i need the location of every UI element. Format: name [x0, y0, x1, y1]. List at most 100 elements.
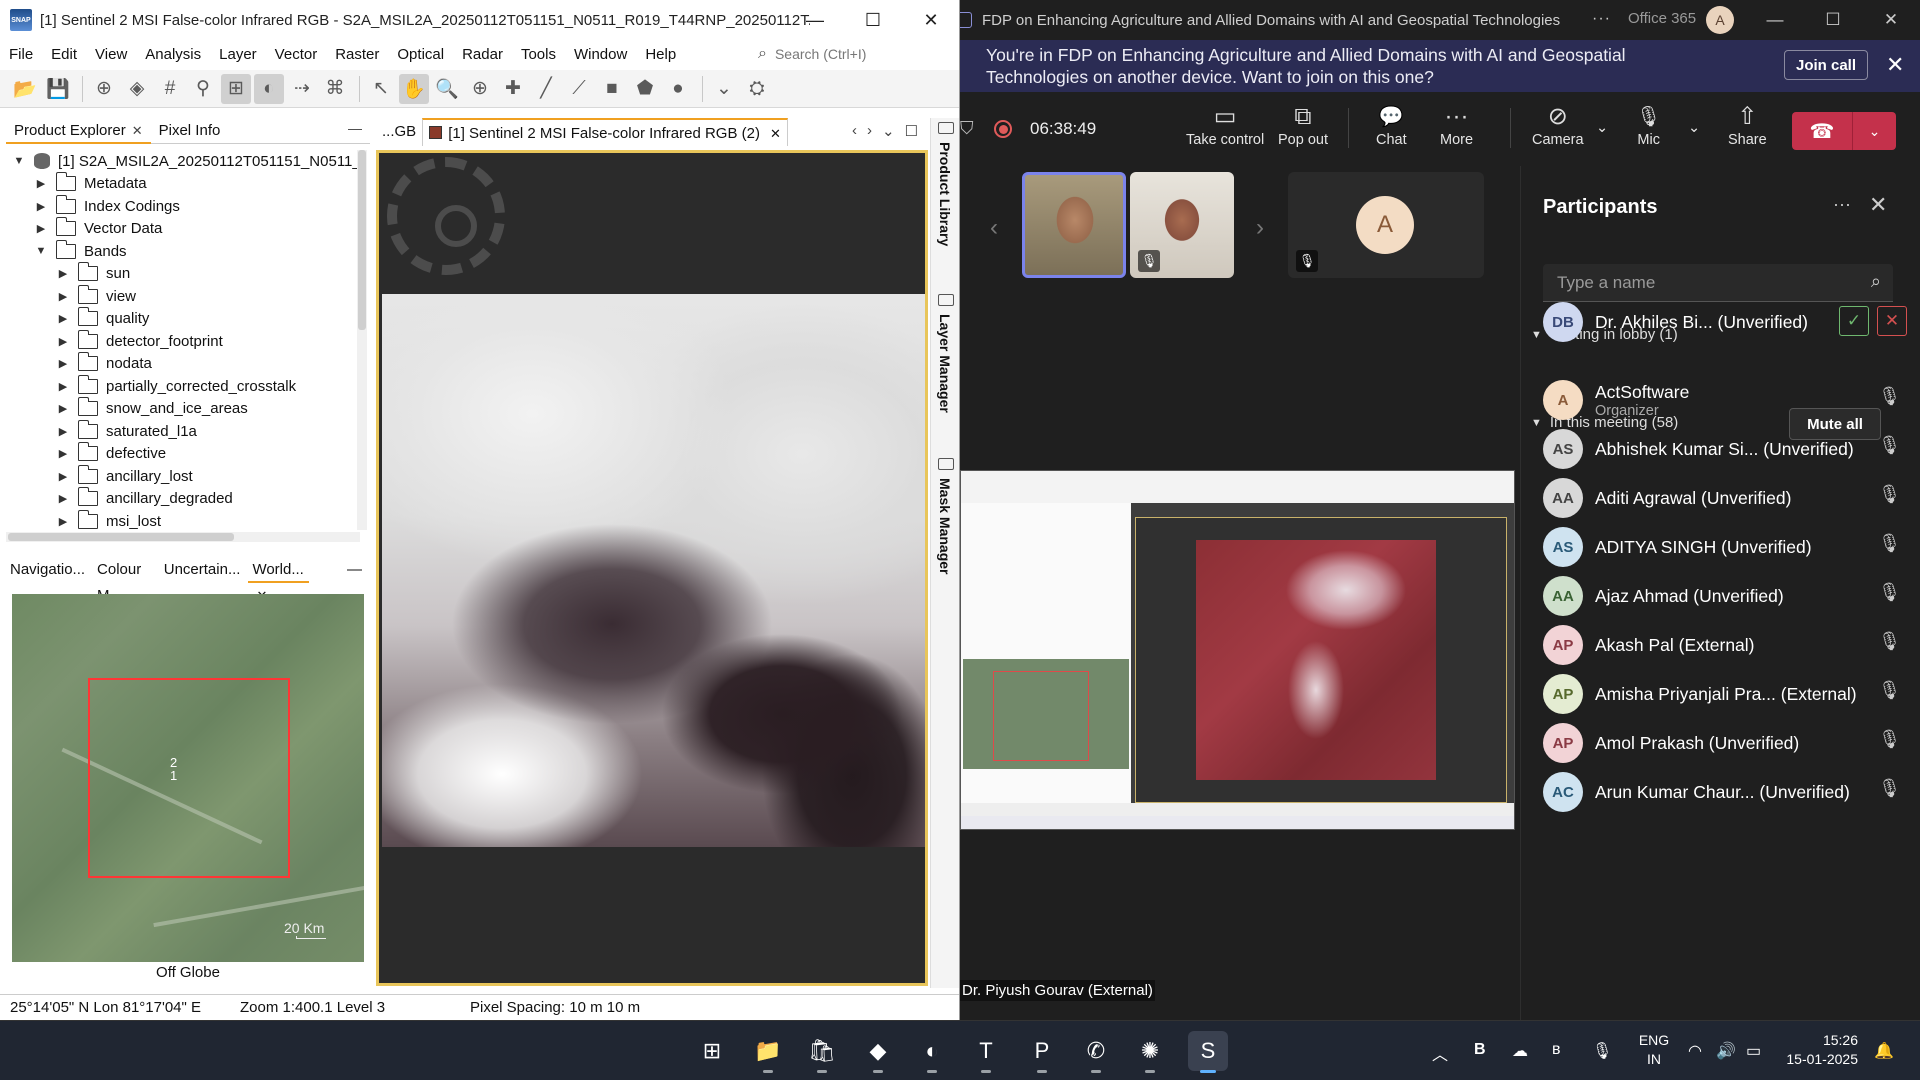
tab-navigation[interactable]: Navigatio... [6, 557, 89, 583]
menu-tools[interactable]: Tools [512, 46, 565, 63]
product-library-tab[interactable]: Product Library [937, 142, 953, 246]
zoom-icon[interactable]: 🔍 [432, 74, 462, 104]
participant-row[interactable]: AP Akash Pal (External) 🎙 [1543, 617, 1913, 673]
clock[interactable]: 15:26 15-01-2025 [1778, 1031, 1858, 1069]
tab-product-explorer[interactable]: Product Explorer ✕ [6, 117, 151, 144]
language-indicator[interactable]: ENG IN [1634, 1031, 1674, 1069]
tab-uncertainty[interactable]: Uncertain... [160, 557, 245, 583]
range-finder-icon[interactable]: ⇢ [287, 74, 317, 104]
tree-node[interactable]: ▶ saturated_l1a [56, 419, 197, 442]
tab-world-view[interactable]: World... ✕ [248, 557, 309, 603]
notification-icon[interactable]: 🔔 [1874, 1041, 1894, 1061]
tree-node[interactable]: ▶ sun [56, 262, 130, 285]
tree-vertical-scrollbar[interactable] [357, 150, 367, 530]
mic-options-icon[interactable]: ⌄ [1688, 120, 1700, 136]
expand-icon[interactable]: ▶ [56, 425, 70, 438]
select-icon[interactable]: ↖ [366, 74, 396, 104]
world-view-map[interactable]: 2 1 20 Km [12, 594, 364, 962]
windows-start-icon[interactable]: ⊞ [692, 1031, 732, 1071]
tab-pixel-info[interactable]: Pixel Info [151, 118, 229, 144]
open-product-icon[interactable]: 📂 [10, 74, 40, 104]
leave-options-icon[interactable]: ⌄ [1852, 112, 1896, 150]
tree-node[interactable]: ▶ ancillary_lost [56, 464, 193, 487]
snap-search-input[interactable]: ⌕ Search (Ctrl+I) [758, 42, 958, 66]
close-button[interactable]: ✕ [902, 0, 959, 40]
camera-options-icon[interactable]: ⌄ [1596, 120, 1608, 136]
line-icon[interactable]: ╱ [531, 74, 561, 104]
mic-off-icon[interactable]: 🎙 [1878, 386, 1901, 407]
minimize-panel-button[interactable]: — [343, 557, 366, 583]
mic-off-icon[interactable]: 🎙 [1878, 729, 1901, 750]
mic-off-icon[interactable]: 🎙 [1878, 582, 1901, 603]
expand-icon[interactable]: ▶ [56, 402, 70, 415]
expand-icon[interactable]: ▶ [56, 492, 70, 505]
microsoft-store-icon[interactable]: 🛍 [802, 1031, 842, 1073]
expand-icon[interactable]: ▶ [56, 267, 70, 280]
mic-off-icon[interactable]: 🎙 [1878, 484, 1901, 505]
video-tile[interactable] [1022, 172, 1126, 278]
leave-button[interactable]: ☎ ⌄ [1792, 112, 1896, 150]
participant-row[interactable]: AP Amisha Priyanjali Pra... (External) 🎙 [1543, 666, 1913, 722]
expand-icon[interactable]: ▶ [56, 335, 70, 348]
admit-button[interactable]: ✓ [1839, 306, 1869, 336]
layer-manager-tab[interactable]: Layer Manager [937, 314, 953, 413]
tree-node[interactable]: ▶ Vector Data [34, 217, 162, 240]
tree-node[interactable]: ▶ Metadata [34, 172, 147, 195]
participant-row[interactable]: AS ADITYA SINGH (Unverified) 🎙 [1543, 519, 1913, 575]
expand-icon[interactable]: ▶ [56, 447, 70, 460]
minimize-button[interactable]: — [1746, 0, 1804, 40]
avatar[interactable]: A [1706, 6, 1734, 34]
mic-button[interactable]: 🎙 Mic [1636, 102, 1661, 148]
pop-out-button[interactable]: ⧉ Pop out [1278, 102, 1328, 148]
tab-image-view-2[interactable]: [1] Sentinel 2 MSI False-color Infrared … [422, 118, 788, 146]
gcp-add-icon[interactable]: ✚ [498, 74, 528, 104]
expand-icon[interactable]: ▶ [56, 312, 70, 325]
tree-node[interactable]: ▼ Bands [34, 239, 127, 262]
minimize-button[interactable]: — [786, 0, 844, 40]
mic-off-icon[interactable]: 🎙 [1878, 435, 1901, 456]
camera-button[interactable]: ⊘ Camera [1532, 102, 1584, 148]
show-hidden-icons-button[interactable]: ︿ [1432, 1041, 1448, 1065]
polygon-icon[interactable]: ⬟ [630, 74, 660, 104]
share-button[interactable]: ⇧ Share [1728, 102, 1767, 148]
gcp-icon[interactable]: ⊞ [221, 73, 251, 104]
battery-icon[interactable]: ▭ [1746, 1041, 1761, 1061]
mic-off-icon[interactable]: 🎙 [1878, 778, 1901, 799]
navigation-control-icon[interactable] [387, 157, 505, 275]
menu-analysis[interactable]: Analysis [136, 46, 210, 63]
snap-title-bar[interactable]: SNAP [1] Sentinel 2 MSI False-color Infr… [0, 0, 959, 40]
scrollbar-thumb[interactable] [358, 150, 366, 330]
menu-help[interactable]: Help [636, 46, 685, 63]
more-options-button[interactable]: ··· [1833, 194, 1851, 215]
file-explorer-icon[interactable]: 📁 [748, 1031, 788, 1073]
maximize-button[interactable]: ☐ [1804, 0, 1862, 40]
menu-raster[interactable]: Raster [326, 46, 388, 63]
carousel-prev-button[interactable]: ‹ [990, 214, 998, 242]
more-options-button[interactable]: ··· [1592, 10, 1611, 28]
lobby-participant[interactable]: DB Dr. Akhiles Bi... (Unverified) ✓ ✕ [1543, 294, 1913, 350]
magic-wand-icon[interactable]: ⛭ [742, 74, 772, 104]
close-panel-button[interactable]: ✕ [1869, 192, 1887, 218]
more-icon[interactable]: ⌄ [709, 74, 739, 104]
menu-view[interactable]: View [86, 46, 136, 63]
participant-row[interactable]: AA Ajaz Ahmad (Unverified) 🎙 [1543, 568, 1913, 624]
tab-image-view-1[interactable]: ...GB [376, 118, 422, 146]
tree-node[interactable]: ▶ detector_footprint [56, 329, 223, 352]
close-icon[interactable]: ✕ [132, 123, 143, 138]
bluetooth-icon[interactable]: ʙ [1552, 1041, 1561, 1059]
collapse-icon[interactable]: ▼ [34, 245, 48, 257]
participant-row[interactable]: A ActSoftware Organizer 🎙 [1543, 372, 1913, 428]
tree-node[interactable]: ▶ ancillary_degraded [56, 487, 233, 510]
expand-icon[interactable]: ▶ [56, 290, 70, 303]
mic-off-icon[interactable]: 🎙 [1878, 631, 1901, 652]
minimize-panel-button[interactable]: — [348, 120, 362, 136]
tree-node[interactable]: ▶ msi_lost [56, 509, 161, 530]
menu-edit[interactable]: Edit [42, 46, 86, 63]
wind-icon[interactable]: ⌘ [320, 74, 350, 104]
next-tab-button[interactable]: › [867, 122, 872, 140]
tree-node[interactable]: ▶ view [56, 284, 136, 307]
expand-icon[interactable]: ▶ [56, 470, 70, 483]
zoom-tool-icon[interactable]: ⊕ [465, 74, 495, 104]
video-tile[interactable]: 🎙 [1130, 172, 1234, 278]
join-call-button[interactable]: Join call [1784, 50, 1868, 80]
